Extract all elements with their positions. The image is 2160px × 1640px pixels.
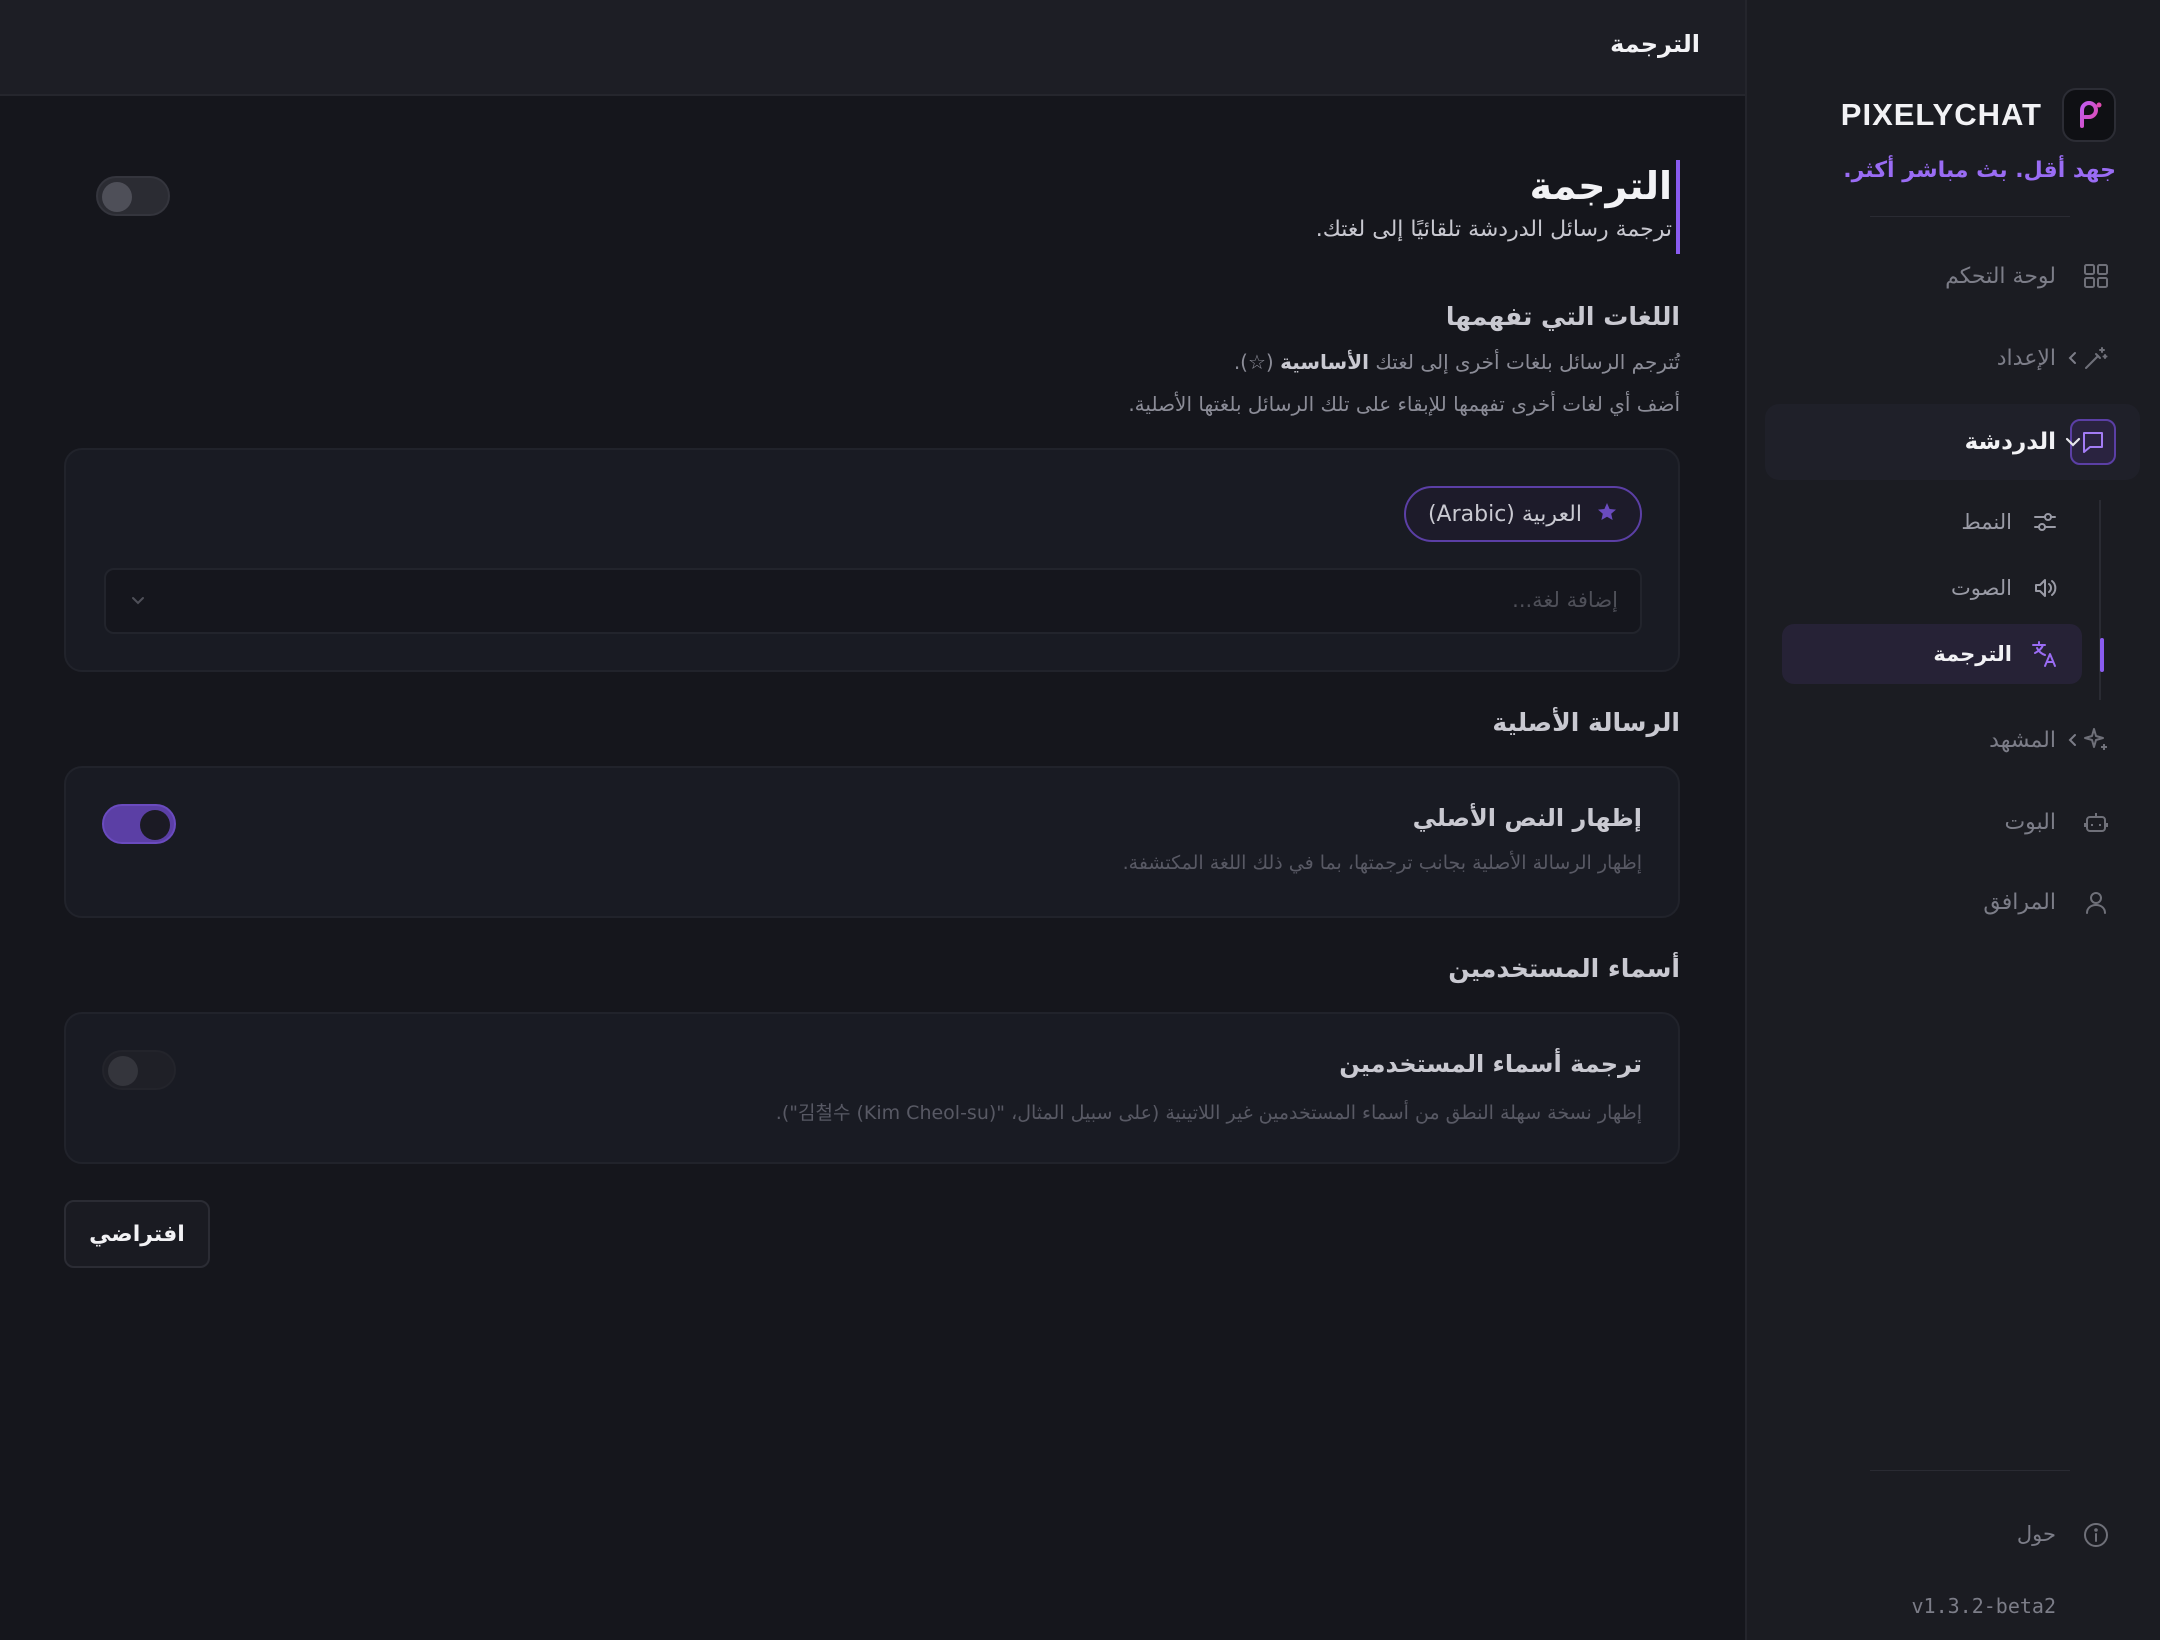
add-language-select[interactable]: إضافة لغة... <box>104 568 1642 634</box>
sidebar-subitem-label: الصوت <box>1950 576 2012 600</box>
star-icon <box>1596 501 1618 527</box>
chevron-left-icon[interactable] <box>2061 346 2085 370</box>
pixelychat-logo-icon <box>2062 88 2116 142</box>
toggle-knob <box>108 1056 138 1086</box>
add-language-placeholder: إضافة لغة... <box>1512 588 1618 612</box>
primary-language-chip[interactable]: العربية (Arabic) <box>1403 486 1642 542</box>
usernames-section-title: أسماء المستخدمين <box>1448 954 1680 983</box>
translate-usernames-toggle[interactable] <box>102 1050 176 1090</box>
translate-usernames-title: ترجمة أسماء المستخدمين <box>1339 1050 1642 1078</box>
page-header: الترجمة ترجمة رسائل الدردشة تلقائيًا إلى… <box>1316 160 1680 254</box>
grid-icon <box>2076 256 2116 296</box>
sidebar-item-label: المشهد <box>1989 727 2056 753</box>
brand-name: PIXELYCHAT <box>1840 97 2042 132</box>
sidebar-subitem-label: الترجمة <box>1933 642 2012 666</box>
topbar-title: الترجمة <box>1610 30 1700 58</box>
show-original-description: إظهار الرسالة الأصلية بجانب ترجمتها، بما… <box>1122 852 1642 874</box>
sidebar-item-label: البوت <box>2004 809 2056 835</box>
page-subtitle: ترجمة رسائل الدردشة تلقائيًا إلى لغتك. <box>1315 217 1672 242</box>
chevron-down-icon[interactable] <box>2061 430 2085 454</box>
sidebar-item-label: المرافق <box>1983 889 2056 915</box>
translation-enabled-toggle[interactable] <box>96 176 170 216</box>
sidebar-item-label: حول <box>2016 1522 2056 1546</box>
sidebar-item-chat[interactable]: الدردشة <box>1765 404 2140 480</box>
sidebar-subitem-label: النمط <box>1961 510 2012 534</box>
sidebar-item-about[interactable]: حول <box>1745 1510 2160 1560</box>
main-content: الترجمة ترجمة رسائل الدردشة تلقائيًا إلى… <box>0 98 1745 1640</box>
default-button[interactable]: افتراضي <box>64 1200 210 1268</box>
desc-text: تُترجم الرسائل بلغات أخرى إلى لغتك <box>1375 350 1680 374</box>
sidebar-item-companion[interactable]: المرافق <box>1745 872 2160 932</box>
chevron-left-icon[interactable] <box>2061 728 2085 752</box>
sidebar-subitem-sound[interactable]: الصوت <box>1782 558 2082 618</box>
sidebar-subitem-translation[interactable]: الترجمة <box>1782 624 2082 684</box>
brand[interactable]: PIXELYCHAT <box>1841 88 2116 142</box>
sliders-icon <box>2028 505 2062 539</box>
user-icon <box>2076 882 2116 922</box>
desc-bold: الأساسية <box>1280 350 1369 374</box>
speaker-icon <box>2028 571 2062 605</box>
toggle-knob <box>102 182 132 212</box>
app-version: v1.3.2-beta2 <box>1911 1594 2057 1618</box>
languages-card: العربية (Arabic) إضافة لغة... <box>64 448 1680 672</box>
active-indicator <box>2100 638 2104 672</box>
sidebar-item-label: الإعداد <box>1996 345 2056 371</box>
desc-text: (☆). <box>1233 350 1274 374</box>
original-section-title: الرسالة الأصلية <box>1492 708 1680 737</box>
sidebar-item-dashboard[interactable]: لوحة التحكم <box>1745 246 2160 306</box>
translate-usernames-description: إظهار نسخة سهلة النطق من أسماء المستخدمي… <box>775 1102 1642 1124</box>
toggle-knob <box>140 810 170 840</box>
translate-icon <box>2028 637 2062 671</box>
languages-description-2: أضف أي لغات أخرى تفهمها للإبقاء على تلك … <box>1128 392 1680 416</box>
info-icon <box>2076 1515 2116 1555</box>
sidebar: PIXELYCHAT جهد أقل. بث مباشر أكثر. لوحة … <box>1745 0 2160 1640</box>
divider <box>1870 216 2070 217</box>
chevron-down-icon <box>128 590 148 614</box>
languages-section-title: اللغات التي تفهمها <box>1445 302 1680 331</box>
divider <box>1870 1470 2070 1471</box>
sidebar-subitem-style[interactable]: النمط <box>1782 492 2082 552</box>
robot-icon <box>2076 802 2116 842</box>
usernames-card: ترجمة أسماء المستخدمين إظهار نسخة سهلة ا… <box>64 1012 1680 1164</box>
sidebar-item-setup[interactable]: الإعداد <box>1745 328 2160 388</box>
topbar: الترجمة <box>0 0 1745 96</box>
sidebar-item-label: لوحة التحكم <box>1945 263 2056 289</box>
sidebar-item-scene[interactable]: المشهد <box>1745 710 2160 770</box>
languages-description-1: تُترجم الرسائل بلغات أخرى إلى لغتك الأسا… <box>1234 350 1680 374</box>
sidebar-item-label: الدردشة <box>1964 429 2056 455</box>
sidebar-item-bot[interactable]: البوت <box>1745 792 2160 852</box>
language-chip-label: العربية (Arabic) <box>1427 501 1582 527</box>
brand-tagline: جهد أقل. بث مباشر أكثر. <box>1843 158 2116 183</box>
show-original-toggle[interactable] <box>102 804 176 844</box>
page-title: الترجمة <box>1529 164 1672 208</box>
show-original-title: إظهار النص الأصلي <box>1412 804 1642 832</box>
original-card: إظهار النص الأصلي إظهار الرسالة الأصلية … <box>64 766 1680 918</box>
